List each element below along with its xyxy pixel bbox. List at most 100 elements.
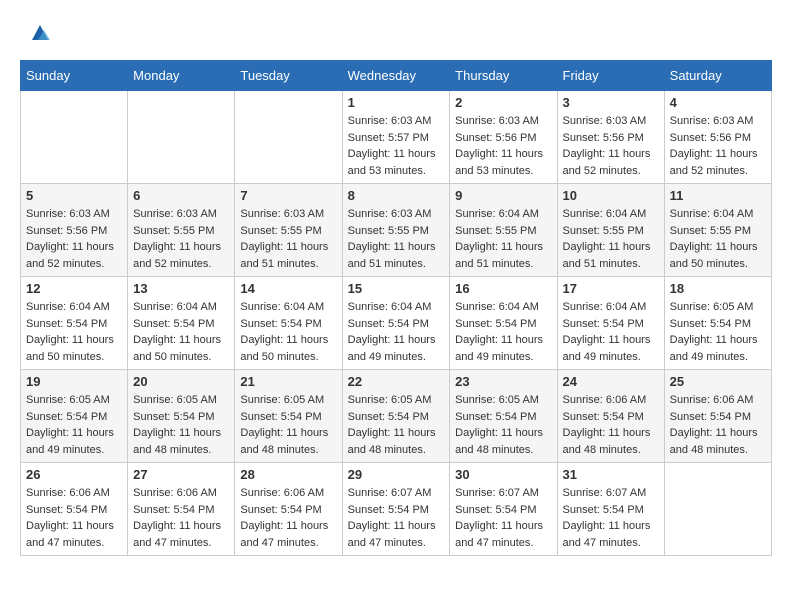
- calendar-cell: 29 Sunrise: 6:07 AM Sunset: 5:54 PM Dayli…: [342, 463, 450, 556]
- day-number: 6: [133, 188, 229, 203]
- day-info: Sunrise: 6:04 AM Sunset: 5:54 PM Dayligh…: [133, 299, 229, 365]
- calendar-cell: [21, 91, 128, 184]
- weekday-header-monday: Monday: [128, 61, 235, 91]
- day-info: Sunrise: 6:06 AM Sunset: 5:54 PM Dayligh…: [670, 392, 766, 458]
- day-number: 21: [240, 374, 336, 389]
- week-row-1: 5 Sunrise: 6:03 AM Sunset: 5:56 PM Daylig…: [21, 184, 772, 277]
- day-info: Sunrise: 6:04 AM Sunset: 5:55 PM Dayligh…: [563, 206, 659, 272]
- day-info: Sunrise: 6:04 AM Sunset: 5:55 PM Dayligh…: [670, 206, 766, 272]
- calendar-cell: 30 Sunrise: 6:07 AM Sunset: 5:54 PM Dayli…: [450, 463, 557, 556]
- day-info: Sunrise: 6:03 AM Sunset: 5:55 PM Dayligh…: [240, 206, 336, 272]
- calendar-body: 1Sunrise: 6:03 AM Sunset: 5:57 PM Daylig…: [21, 91, 772, 556]
- calendar-cell: 17 Sunrise: 6:04 AM Sunset: 5:54 PM Dayli…: [557, 277, 664, 370]
- day-number: 30: [455, 467, 551, 482]
- day-number: 28: [240, 467, 336, 482]
- calendar-cell: 27Sunrise: 6:06 AM Sunset: 5:54 PM Dayli…: [128, 463, 235, 556]
- day-number: 29: [348, 467, 445, 482]
- logo-icon: [20, 20, 50, 50]
- calendar-cell: 2Sunrise: 6:03 AM Sunset: 5:56 PM Daylig…: [450, 91, 557, 184]
- logo: [20, 20, 54, 50]
- day-number: 8: [348, 188, 445, 203]
- calendar-cell: [128, 91, 235, 184]
- calendar-cell: 1Sunrise: 6:03 AM Sunset: 5:57 PM Daylig…: [342, 91, 450, 184]
- calendar-cell: 10Sunrise: 6:04 AM Sunset: 5:55 PM Dayli…: [557, 184, 664, 277]
- day-number: 13: [133, 281, 229, 296]
- calendar-cell: 19 Sunrise: 6:05 AM Sunset: 5:54 PM Dayli…: [21, 370, 128, 463]
- day-number: 5: [26, 188, 122, 203]
- day-info: Sunrise: 6:06 AM Sunset: 5:54 PM Dayligh…: [240, 485, 336, 551]
- day-number: 9: [455, 188, 551, 203]
- weekday-header-tuesday: Tuesday: [235, 61, 342, 91]
- day-info: Sunrise: 6:03 AM Sunset: 5:56 PM Dayligh…: [26, 206, 122, 272]
- calendar-cell: [664, 463, 771, 556]
- calendar-cell: 16Sunrise: 6:04 AM Sunset: 5:54 PM Dayli…: [450, 277, 557, 370]
- week-row-3: 19 Sunrise: 6:05 AM Sunset: 5:54 PM Dayli…: [21, 370, 772, 463]
- day-number: 18: [670, 281, 766, 296]
- calendar-cell: 20 Sunrise: 6:05 AM Sunset: 5:54 PM Dayli…: [128, 370, 235, 463]
- calendar-cell: 5 Sunrise: 6:03 AM Sunset: 5:56 PM Daylig…: [21, 184, 128, 277]
- weekday-header-thursday: Thursday: [450, 61, 557, 91]
- day-number: 24: [563, 374, 659, 389]
- day-number: 20: [133, 374, 229, 389]
- day-number: 31: [563, 467, 659, 482]
- day-number: 4: [670, 95, 766, 110]
- day-number: 23: [455, 374, 551, 389]
- day-info: Sunrise: 6:03 AM Sunset: 5:56 PM Dayligh…: [670, 113, 766, 179]
- calendar-cell: 18 Sunrise: 6:05 AM Sunset: 5:54 PM Dayli…: [664, 277, 771, 370]
- day-number: 7: [240, 188, 336, 203]
- day-info: Sunrise: 6:07 AM Sunset: 5:54 PM Dayligh…: [455, 485, 551, 551]
- day-number: 3: [563, 95, 659, 110]
- day-number: 17: [563, 281, 659, 296]
- day-number: 16: [455, 281, 551, 296]
- day-number: 19: [26, 374, 122, 389]
- calendar-cell: 8Sunrise: 6:03 AM Sunset: 5:55 PM Daylig…: [342, 184, 450, 277]
- day-info: Sunrise: 6:03 AM Sunset: 5:56 PM Dayligh…: [563, 113, 659, 179]
- calendar-cell: 3 Sunrise: 6:03 AM Sunset: 5:56 PM Daylig…: [557, 91, 664, 184]
- day-info: Sunrise: 6:06 AM Sunset: 5:54 PM Dayligh…: [26, 485, 122, 551]
- calendar-cell: 26Sunrise: 6:06 AM Sunset: 5:54 PM Dayli…: [21, 463, 128, 556]
- calendar-cell: 28 Sunrise: 6:06 AM Sunset: 5:54 PM Dayli…: [235, 463, 342, 556]
- calendar-cell: 11 Sunrise: 6:04 AM Sunset: 5:55 PM Dayli…: [664, 184, 771, 277]
- day-number: 1: [348, 95, 445, 110]
- calendar-cell: 31Sunrise: 6:07 AM Sunset: 5:54 PM Dayli…: [557, 463, 664, 556]
- calendar-cell: 25 Sunrise: 6:06 AM Sunset: 5:54 PM Dayli…: [664, 370, 771, 463]
- day-info: Sunrise: 6:05 AM Sunset: 5:54 PM Dayligh…: [26, 392, 122, 458]
- week-row-2: 12 Sunrise: 6:04 AM Sunset: 5:54 PM Dayli…: [21, 277, 772, 370]
- calendar-cell: 13 Sunrise: 6:04 AM Sunset: 5:54 PM Dayli…: [128, 277, 235, 370]
- week-row-0: 1Sunrise: 6:03 AM Sunset: 5:57 PM Daylig…: [21, 91, 772, 184]
- weekday-header-friday: Friday: [557, 61, 664, 91]
- calendar-cell: 6 Sunrise: 6:03 AM Sunset: 5:55 PM Daylig…: [128, 184, 235, 277]
- day-info: Sunrise: 6:05 AM Sunset: 5:54 PM Dayligh…: [670, 299, 766, 365]
- day-info: Sunrise: 6:07 AM Sunset: 5:54 PM Dayligh…: [348, 485, 445, 551]
- day-number: 14: [240, 281, 336, 296]
- day-info: Sunrise: 6:04 AM Sunset: 5:55 PM Dayligh…: [455, 206, 551, 272]
- calendar-cell: 14 Sunrise: 6:04 AM Sunset: 5:54 PM Dayli…: [235, 277, 342, 370]
- calendar-cell: 4 Sunrise: 6:03 AM Sunset: 5:56 PM Daylig…: [664, 91, 771, 184]
- day-number: 11: [670, 188, 766, 203]
- calendar-cell: 9 Sunrise: 6:04 AM Sunset: 5:55 PM Daylig…: [450, 184, 557, 277]
- day-number: 2: [455, 95, 551, 110]
- day-number: 27: [133, 467, 229, 482]
- day-info: Sunrise: 6:04 AM Sunset: 5:54 PM Dayligh…: [240, 299, 336, 365]
- day-info: Sunrise: 6:04 AM Sunset: 5:54 PM Dayligh…: [563, 299, 659, 365]
- day-info: Sunrise: 6:05 AM Sunset: 5:54 PM Dayligh…: [240, 392, 336, 458]
- weekday-header-wednesday: Wednesday: [342, 61, 450, 91]
- day-info: Sunrise: 6:05 AM Sunset: 5:54 PM Dayligh…: [348, 392, 445, 458]
- calendar-cell: [235, 91, 342, 184]
- day-info: Sunrise: 6:05 AM Sunset: 5:54 PM Dayligh…: [455, 392, 551, 458]
- calendar-cell: 23 Sunrise: 6:05 AM Sunset: 5:54 PM Dayli…: [450, 370, 557, 463]
- day-info: Sunrise: 6:05 AM Sunset: 5:54 PM Dayligh…: [133, 392, 229, 458]
- weekday-header-row: SundayMondayTuesdayWednesdayThursdayFrid…: [21, 61, 772, 91]
- day-number: 25: [670, 374, 766, 389]
- weekday-header-saturday: Saturday: [664, 61, 771, 91]
- day-info: Sunrise: 6:04 AM Sunset: 5:54 PM Dayligh…: [348, 299, 445, 365]
- calendar-cell: 12Sunrise: 6:04 AM Sunset: 5:54 PM Dayli…: [21, 277, 128, 370]
- calendar-cell: 24 Sunrise: 6:06 AM Sunset: 5:54 PM Dayli…: [557, 370, 664, 463]
- header: [20, 20, 772, 50]
- calendar-cell: 7 Sunrise: 6:03 AM Sunset: 5:55 PM Daylig…: [235, 184, 342, 277]
- day-info: Sunrise: 6:06 AM Sunset: 5:54 PM Dayligh…: [563, 392, 659, 458]
- calendar-table: SundayMondayTuesdayWednesdayThursdayFrid…: [20, 60, 772, 556]
- day-info: Sunrise: 6:03 AM Sunset: 5:55 PM Dayligh…: [133, 206, 229, 272]
- day-number: 12: [26, 281, 122, 296]
- week-row-4: 26Sunrise: 6:06 AM Sunset: 5:54 PM Dayli…: [21, 463, 772, 556]
